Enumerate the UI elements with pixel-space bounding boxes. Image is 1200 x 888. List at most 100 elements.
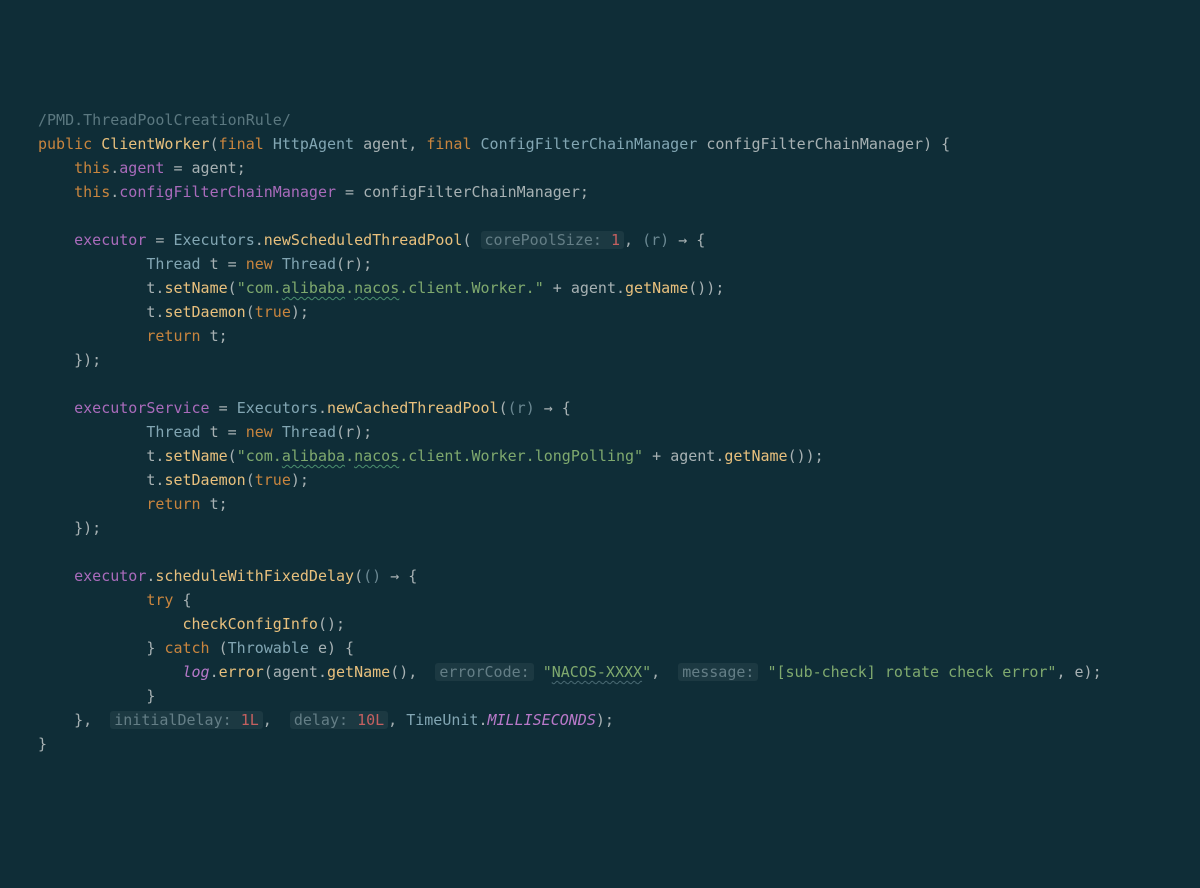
ident-cfcm: configFilterChainManager — [363, 183, 580, 201]
param-cfcm: configFilterChainManager — [706, 135, 923, 153]
kw-try: try — [146, 591, 173, 609]
ident-e: e — [1075, 663, 1084, 681]
kw-final: final — [426, 135, 471, 153]
method-setDaemon: setDaemon — [164, 471, 245, 489]
punct: ( — [228, 447, 237, 465]
punct: = — [164, 159, 191, 177]
hint-value: 1L — [241, 711, 259, 729]
hint-label: delay: — [294, 711, 348, 729]
field-agent: agent — [119, 159, 164, 177]
ident-r: r — [651, 231, 660, 249]
method-getName: getName — [625, 279, 688, 297]
punct: ( — [210, 135, 219, 153]
method-getName: getName — [327, 663, 390, 681]
punct: + — [544, 279, 571, 297]
kw-this: this — [74, 159, 110, 177]
method-setDaemon: setDaemon — [164, 303, 245, 321]
string-wavy: nacos — [354, 279, 399, 297]
ident-t: t — [210, 495, 219, 513]
field-cfcm: configFilterChainManager — [119, 183, 336, 201]
string-wavy: alibaba — [282, 447, 345, 465]
punct: ( — [246, 303, 255, 321]
hint-value: 1 — [611, 231, 620, 249]
string-part: .client.Worker.longPolling" — [399, 447, 643, 465]
ident-r: r — [345, 423, 354, 441]
type-httpagent: HttpAgent — [273, 135, 354, 153]
static-log: log — [183, 663, 210, 681]
ident-t: t — [210, 255, 219, 273]
code-editor-view[interactable]: /PMD.ThreadPoolCreationRule/ public Clie… — [38, 108, 1200, 756]
string-part: .client.Worker." — [399, 279, 544, 297]
punct: , — [408, 135, 426, 153]
punct: ()); — [788, 447, 824, 465]
type-thread: Thread — [282, 255, 336, 273]
punct: ); — [596, 711, 614, 729]
punct: ()); — [688, 279, 724, 297]
punct: ; — [219, 327, 228, 345]
ident-t: t — [210, 423, 219, 441]
type-thread: Thread — [146, 423, 200, 441]
hint-value: 10L — [357, 711, 384, 729]
method-setName: setName — [164, 447, 227, 465]
string-literal: "NACOS-XXXX" — [543, 663, 651, 681]
method-newScheduledThreadPool: newScheduledThreadPool — [264, 231, 463, 249]
string-literal: "com.alibaba.nacos.client.Worker.longPol… — [237, 447, 643, 465]
punct: ); — [1084, 663, 1102, 681]
string-part: " — [642, 663, 651, 681]
punct: . — [110, 183, 119, 201]
kw-new: new — [246, 255, 273, 273]
punct: { — [173, 591, 191, 609]
punct: . — [110, 159, 119, 177]
punct: , — [1056, 663, 1074, 681]
hint-label: corePoolSize: — [485, 231, 602, 249]
kw-new: new — [246, 423, 273, 441]
method-newCachedThreadPool: newCachedThreadPool — [327, 399, 499, 417]
punct: ); — [291, 471, 309, 489]
punct: ) { — [327, 639, 354, 657]
ident-r: r — [345, 255, 354, 273]
static-milliseconds: MILLISECONDS — [488, 711, 596, 729]
type-executors: Executors — [237, 399, 318, 417]
punct: = — [336, 183, 363, 201]
ident-agent: agent — [670, 447, 715, 465]
string-part: . — [345, 279, 354, 297]
kw-return: return — [146, 495, 200, 513]
ident-agent: agent — [192, 159, 237, 177]
type-thread: Thread — [282, 423, 336, 441]
punct: , — [263, 711, 281, 729]
string-part: " — [543, 663, 552, 681]
punct: ( — [336, 423, 345, 441]
punct: . — [318, 399, 327, 417]
punct: ; — [237, 159, 246, 177]
string-part: . — [345, 447, 354, 465]
punct: { — [553, 399, 571, 417]
lambda-param: (r) — [508, 399, 535, 417]
field-executorService: executorService — [74, 399, 209, 417]
punct: = — [210, 399, 237, 417]
string-part: "com. — [237, 279, 282, 297]
constructor-name: ClientWorker — [101, 135, 209, 153]
ident-agent: agent — [571, 279, 616, 297]
punct: . — [478, 711, 487, 729]
method-setName: setName — [164, 279, 227, 297]
hint-message: message: — [678, 663, 758, 681]
punct: ( — [354, 567, 363, 585]
string-wavy: NACOS-XXXX — [552, 663, 642, 681]
punct: ( — [264, 663, 273, 681]
punct — [669, 231, 678, 249]
string-wavy: alibaba — [282, 279, 345, 297]
comment-line: /PMD.ThreadPoolCreationRule/ — [38, 111, 291, 129]
punct: ( — [210, 639, 228, 657]
string-wavy: nacos — [354, 447, 399, 465]
hint-delay: delay: 10L — [290, 711, 388, 729]
method-error: error — [219, 663, 264, 681]
punct: ( — [246, 471, 255, 489]
punct: . — [616, 279, 625, 297]
punct: , — [624, 231, 642, 249]
string-literal: "com.alibaba.nacos.client.Worker." — [237, 279, 544, 297]
arrow-icon: → — [544, 399, 553, 417]
arrow-icon: → — [678, 231, 687, 249]
punct: { — [687, 231, 705, 249]
punct: . — [255, 231, 264, 249]
hint-label: initialDelay: — [114, 711, 231, 729]
